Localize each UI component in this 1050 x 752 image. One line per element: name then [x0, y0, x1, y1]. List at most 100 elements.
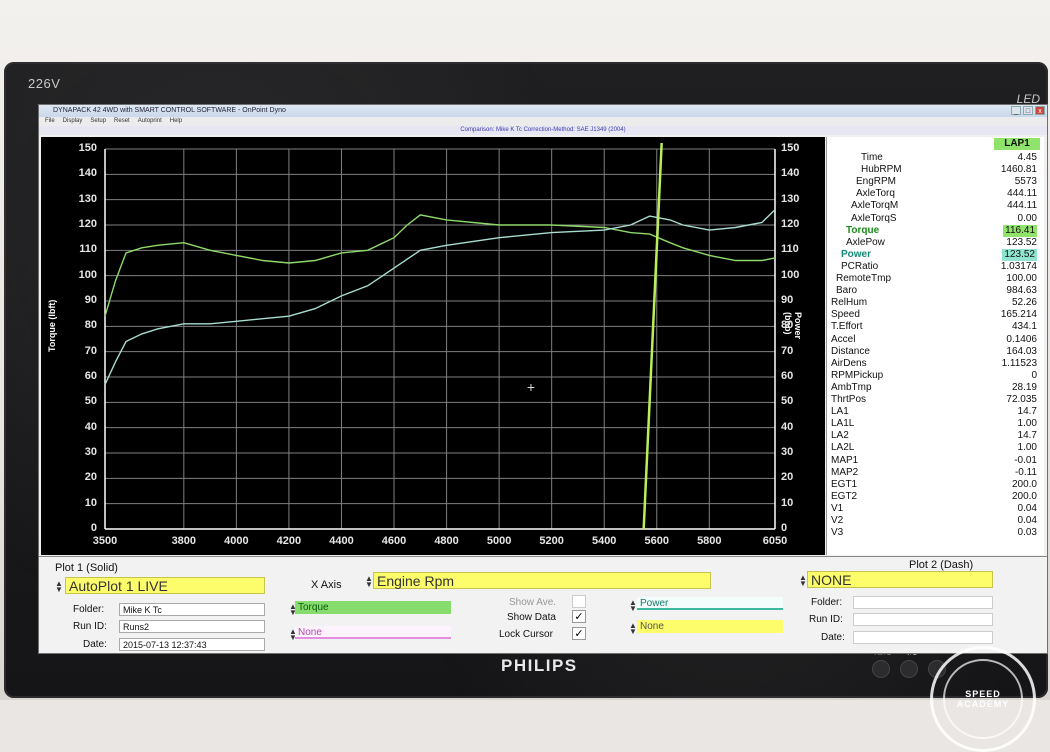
lock-cursor-checkbox[interactable]: ✓ [572, 627, 586, 640]
readout-value: 52.26 [1011, 297, 1037, 309]
readout-key: LA1 [831, 406, 849, 418]
monitor-brand-logo: PHILIPS [501, 656, 578, 675]
readout-value: 165.214 [1000, 309, 1037, 321]
menu-setup[interactable]: Setup [90, 117, 106, 126]
input-button[interactable]: ◄/▲ [900, 651, 918, 678]
plot1-folder-label: Folder: [73, 604, 105, 615]
power-curve [104, 209, 776, 385]
readout-row-v2: V2 0.04 [827, 515, 1039, 527]
plot1-spinner-icon[interactable]: ▲ ▼ [55, 580, 63, 594]
readout-value: 28.19 [1011, 381, 1037, 393]
close-button[interactable]: x [1035, 106, 1045, 115]
power-tick-label: 150 [781, 142, 800, 154]
plot2-select[interactable]: NONE [807, 571, 993, 588]
readout-value: 1.03174 [1000, 260, 1037, 272]
readout-row-axletorqm: AxleTorqM 444.11 [827, 200, 1039, 212]
plot2-label: Plot 2 (Dash) [909, 559, 974, 571]
readout-row-rpmpickup: RPMPickup 0 [827, 370, 1039, 382]
readout-key: HubRPM [861, 164, 902, 176]
readout-value: 0.1406 [1006, 333, 1037, 345]
channel3-select[interactable]: Power [637, 597, 783, 610]
ch3-spinner-icon[interactable]: ▲ ▼ [629, 599, 637, 613]
readout-key: AxleTorqM [851, 200, 899, 212]
power-tick-label: 40 [781, 420, 794, 433]
comparison-header: Comparison: Mike K Tc Correction-Method:… [39, 126, 1047, 135]
show-ave-checkbox[interactable] [572, 595, 586, 608]
readout-key: V3 [831, 527, 844, 539]
readout-row-teffort: T.Effort 434.1 [827, 321, 1039, 333]
readout-value: 0.04 [1017, 502, 1037, 514]
menu-display[interactable]: Display [63, 117, 83, 126]
readout-row-map2: MAP2 -0.11 [827, 467, 1039, 479]
readout-row-la2l: LA2L 1.00 [827, 442, 1039, 454]
plot2-date-label: Date: [821, 632, 845, 643]
channel2-select[interactable]: None [295, 626, 451, 639]
menu-reset[interactable]: Reset [114, 117, 130, 126]
maximize-button[interactable]: □ [1023, 106, 1033, 115]
readout-key: T.Effort [831, 321, 863, 333]
plot1-select[interactable]: AutoPlot 1 LIVE [65, 577, 265, 594]
torque-tick-label: 140 [78, 167, 97, 180]
channel4-select[interactable]: None [637, 620, 783, 633]
auto-button[interactable]: AUTO [872, 651, 891, 678]
readout-key: AxleTorqS [851, 212, 897, 224]
plot1-date-field[interactable]: 2015-07-13 12:37:43 [119, 638, 265, 651]
xaxis-select[interactable]: Engine Rpm [373, 572, 711, 589]
readout-row-time: Time 4.45 [827, 152, 1039, 164]
dyno-graph[interactable]: + Torque (lbft) Power (bhp) 0 10 20 30 40 50 6… [41, 137, 825, 555]
show-ave-label: Show Ave. [509, 597, 557, 608]
power-tick-label: 0 [781, 522, 788, 534]
power-tick-label: 60 [781, 370, 794, 382]
readout-key: PCRatio [841, 260, 879, 272]
power-tick-label: 80 [781, 319, 794, 332]
readout-row-axletorqs: AxleTorqS 0.00 [827, 213, 1039, 225]
plot2-spinner-icon[interactable]: ▲ ▼ [799, 574, 807, 588]
readout-value: 14.7 [1017, 406, 1037, 418]
plot1-runid-field[interactable]: Runs2 [119, 620, 265, 633]
readout-row-accel: Accel 0.1406 [827, 334, 1039, 346]
power-tick-label: 20 [781, 471, 794, 484]
torque-axis-title: Torque (lbft) [47, 299, 57, 352]
torque-tick-label: 100 [78, 268, 97, 281]
plot1-folder-field[interactable]: Mike K Tc [119, 603, 265, 616]
readout-key: MAP1 [831, 454, 859, 466]
readout-value: 4.45 [1017, 152, 1037, 163]
plot2-date-field[interactable] [853, 631, 993, 644]
torque-tick-label: 90 [84, 294, 97, 306]
menu-help[interactable]: Help [170, 117, 182, 126]
xaxis-spinner-icon[interactable]: ▲ ▼ [365, 575, 373, 589]
readout-value: 434.1 [1011, 321, 1037, 333]
readout-key: V1 [831, 502, 844, 514]
readout-value: 100.00 [1006, 273, 1037, 284]
readout-row-remotetmp: RemoteTmp 100.00 [827, 273, 1039, 285]
readout-key: Baro [836, 285, 858, 297]
plot2-folder-field[interactable] [853, 596, 993, 609]
plot2-runid-field[interactable] [853, 613, 993, 626]
readout-row-relhum: RelHum 52.26 [827, 297, 1039, 309]
channel1-select[interactable]: Torque [295, 601, 451, 614]
readout-row-engrpm: EngRPM 5573 [827, 176, 1039, 188]
torque-tick-label: 80 [84, 319, 97, 332]
readout-row-axlepow: AxlePow 123.52 [827, 237, 1039, 249]
readout-key: Torque [846, 224, 880, 236]
menu-bar: File Display Setup Reset Autoprint Help [39, 117, 1047, 126]
minimize-button[interactable]: _ [1011, 106, 1021, 115]
show-data-checkbox[interactable]: ✓ [572, 610, 586, 623]
dyno-chart-svg[interactable]: + [41, 137, 825, 555]
lock-cursor-label: Lock Cursor [499, 629, 553, 640]
readout-row-power: Power 123.52 [827, 248, 1039, 261]
ch4-spinner-icon[interactable]: ▲ ▼ [629, 622, 637, 636]
readout-key: Time [861, 152, 883, 163]
window-controls: _ □ x [1011, 106, 1045, 115]
readout-row-baro: Baro 984.63 [827, 285, 1039, 297]
plot2-folder-label: Folder: [811, 597, 843, 608]
readout-row-speed: Speed 165.214 [827, 309, 1039, 321]
torque-tick-label: 120 [78, 218, 97, 230]
readout-key: EngRPM [856, 176, 897, 188]
power-tick-label: 70 [781, 344, 794, 357]
power-tick-label: 90 [781, 294, 794, 306]
menu-autoprint[interactable]: Autoprint [138, 117, 162, 126]
readout-key: AxlePow [846, 236, 885, 248]
menu-file[interactable]: File [45, 117, 55, 126]
readout-value: 984.63 [1006, 285, 1037, 297]
